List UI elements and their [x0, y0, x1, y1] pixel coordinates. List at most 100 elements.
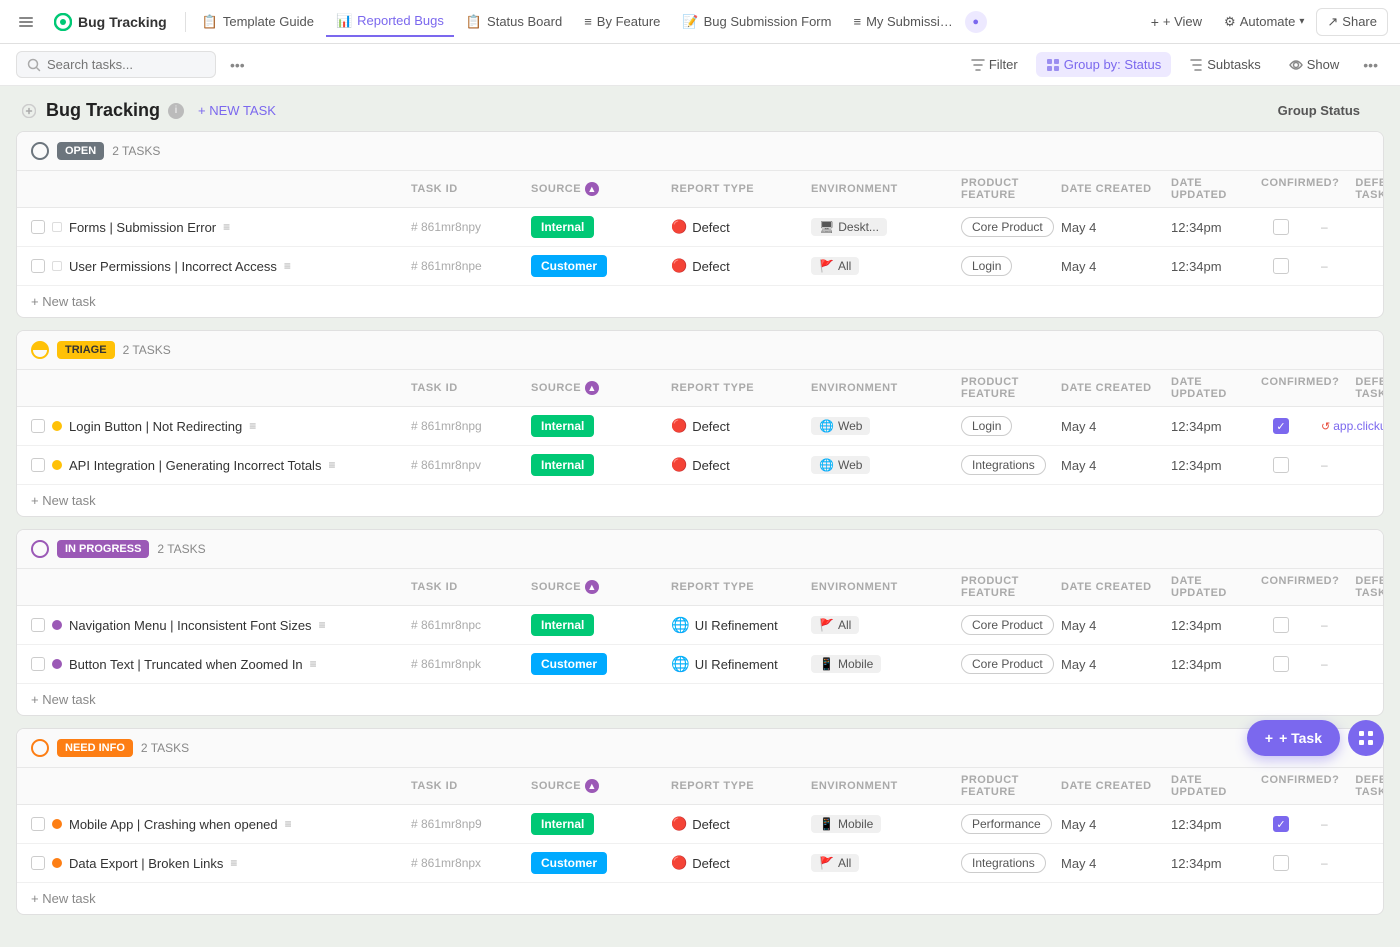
more-options-btn[interactable]: ••• [224, 53, 251, 77]
confirmed-checkbox[interactable] [1273, 219, 1289, 235]
feature-tag: Core Product [961, 654, 1054, 674]
task-checkbox[interactable] [31, 419, 45, 433]
confirmed-checkbox[interactable] [1273, 855, 1289, 871]
filter-btn[interactable]: Filter [961, 52, 1028, 77]
env-icon: 📱 [819, 657, 834, 671]
task-menu-icon[interactable]: ≡ [230, 856, 237, 870]
search-box[interactable] [16, 51, 216, 78]
col-reporttype-header: REPORT TYPE [671, 581, 811, 593]
col-confirmed-defect-header: CONFIRMED? DEFECT TASK [1261, 177, 1384, 201]
new-task-label: + NEW TASK [198, 103, 276, 118]
search-input[interactable] [47, 57, 187, 72]
task-menu-icon[interactable]: ≡ [249, 419, 256, 433]
task-environment-cell: 🌐 Web [811, 456, 961, 474]
task-menu-icon[interactable]: ≡ [310, 657, 317, 671]
automate-btn[interactable]: ⚙ Automate ▾ [1214, 9, 1314, 35]
group-by-btn[interactable]: Group by: Status [1036, 52, 1172, 77]
tab-my-submissions[interactable]: ≡ My Submissi… [843, 8, 962, 35]
task-name-cell: Forms | Submission Error ≡ [31, 220, 411, 235]
source-sort-icon[interactable]: ▲ [585, 381, 599, 395]
task-source-cell: Customer [531, 255, 671, 277]
tab-status-board[interactable]: 📋 Status Board [456, 8, 572, 36]
report-type-icon: 🔴 [671, 457, 687, 473]
source-sort-icon[interactable]: ▲ [585, 779, 599, 793]
group-status-badge-inprogress: IN PROGRESS [57, 540, 149, 558]
task-menu-icon[interactable]: ≡ [284, 259, 291, 273]
sidebar-toggle[interactable] [12, 8, 40, 36]
task-checkbox[interactable] [31, 220, 45, 234]
task-checkbox[interactable] [31, 817, 45, 831]
task-checkbox[interactable] [31, 856, 45, 870]
col-reporttype-header: REPORT TYPE [671, 183, 811, 195]
confirmed-checkbox[interactable] [1273, 617, 1289, 633]
tab-bug-submission-form[interactable]: 📝 Bug Submission Form [672, 8, 841, 36]
task-checkbox[interactable] [31, 259, 45, 273]
task-checkbox[interactable] [31, 618, 45, 632]
task-date-created-cell: May 4 [1061, 657, 1171, 672]
env-icon: 🌐 [819, 419, 834, 433]
priority-dot [52, 421, 62, 431]
reported-bugs-icon: 📊 [336, 13, 352, 29]
source-badge: Internal [531, 614, 594, 636]
report-type-icon: 🌐 [671, 616, 690, 634]
source-sort-icon[interactable]: ▲ [585, 182, 599, 196]
new-task-row-inprogress[interactable]: + New task [17, 684, 1383, 715]
col-taskid-header: TASK ID [411, 581, 531, 593]
group-header-inprogress: IN PROGRESS 2 TASKS [17, 530, 1383, 569]
group-toggle-needinfo[interactable] [31, 739, 49, 757]
task-date-updated-cell: 12:34pm [1171, 856, 1261, 871]
task-environment-cell: 🚩 All [811, 257, 961, 275]
app-logo: Bug Tracking [46, 7, 175, 37]
group-header-needinfo: NEED INFO 2 TASKS [17, 729, 1383, 768]
task-checkbox[interactable] [31, 657, 45, 671]
confirmed-checkbox[interactable] [1273, 656, 1289, 672]
group-task-count-needinfo: 2 TASKS [141, 741, 189, 755]
new-task-row-open[interactable]: + New task [17, 286, 1383, 317]
info-icon[interactable]: i [168, 103, 184, 119]
collapse-toggle[interactable] [20, 102, 38, 120]
defect-task-link[interactable]: ↺app.clickup.com [1321, 419, 1384, 433]
group-toggle-open[interactable] [31, 142, 49, 160]
show-btn[interactable]: Show [1279, 52, 1350, 77]
toolbar-more-btn[interactable]: ••• [1357, 53, 1384, 77]
group-status-badge-needinfo: NEED INFO [57, 739, 133, 757]
add-view-btn[interactable]: + + View [1141, 9, 1212, 35]
task-menu-icon[interactable]: ≡ [285, 817, 292, 831]
eye-icon [1289, 58, 1303, 72]
col-productfeature-header: PRODUCT FEATURE [961, 774, 1061, 798]
col-taskid-header: TASK ID [411, 183, 531, 195]
task-product-feature-cell: Performance [961, 814, 1061, 834]
new-task-row-triage[interactable]: + New task [17, 485, 1383, 516]
emoji-grid-btn[interactable] [1348, 720, 1384, 756]
fab-label: + Task [1279, 730, 1322, 746]
task-id-cell: # 861mr8npv [411, 458, 531, 472]
report-type-label: Defect [692, 259, 730, 274]
share-btn[interactable]: ↗ Share [1316, 8, 1388, 36]
bug-form-icon: 📝 [682, 14, 698, 30]
tab-reported-bugs[interactable]: 📊 Reported Bugs [326, 7, 454, 37]
confirmed-checkbox[interactable]: ✓ [1273, 418, 1289, 434]
confirmed-checkbox[interactable] [1273, 258, 1289, 274]
add-task-fab[interactable]: + + Task [1247, 720, 1340, 756]
new-task-btn[interactable]: + NEW TASK [192, 100, 282, 121]
task-date-created-cell: May 4 [1061, 458, 1171, 473]
table-row: Button Text | Truncated when Zoomed In ≡… [17, 645, 1383, 684]
task-menu-icon[interactable]: ≡ [328, 458, 335, 472]
defect-task-dash: – [1321, 220, 1328, 234]
confirmed-checkbox[interactable] [1273, 457, 1289, 473]
task-date-updated-cell: 12:34pm [1171, 419, 1261, 434]
group-toggle-inprogress[interactable] [31, 540, 49, 558]
source-sort-icon[interactable]: ▲ [585, 580, 599, 594]
tab-template-guide[interactable]: 📋 Template Guide [192, 8, 324, 36]
defect-task-dash: – [1321, 458, 1328, 472]
task-menu-icon[interactable]: ≡ [319, 618, 326, 632]
group-toggle-triage[interactable] [31, 341, 49, 359]
group-section-needinfo: NEED INFO 2 TASKS TASK ID SOURCE ▲ REPOR… [16, 728, 1384, 915]
task-checkbox[interactable] [31, 458, 45, 472]
new-task-row-needinfo[interactable]: + New task [17, 883, 1383, 914]
tab-by-feature[interactable]: ≡ By Feature [574, 8, 670, 35]
confirmed-checkbox[interactable]: ✓ [1273, 816, 1289, 832]
subtasks-btn[interactable]: Subtasks [1179, 52, 1270, 77]
task-menu-icon[interactable]: ≡ [223, 220, 230, 234]
more-tabs-icon[interactable]: ● [965, 11, 987, 33]
